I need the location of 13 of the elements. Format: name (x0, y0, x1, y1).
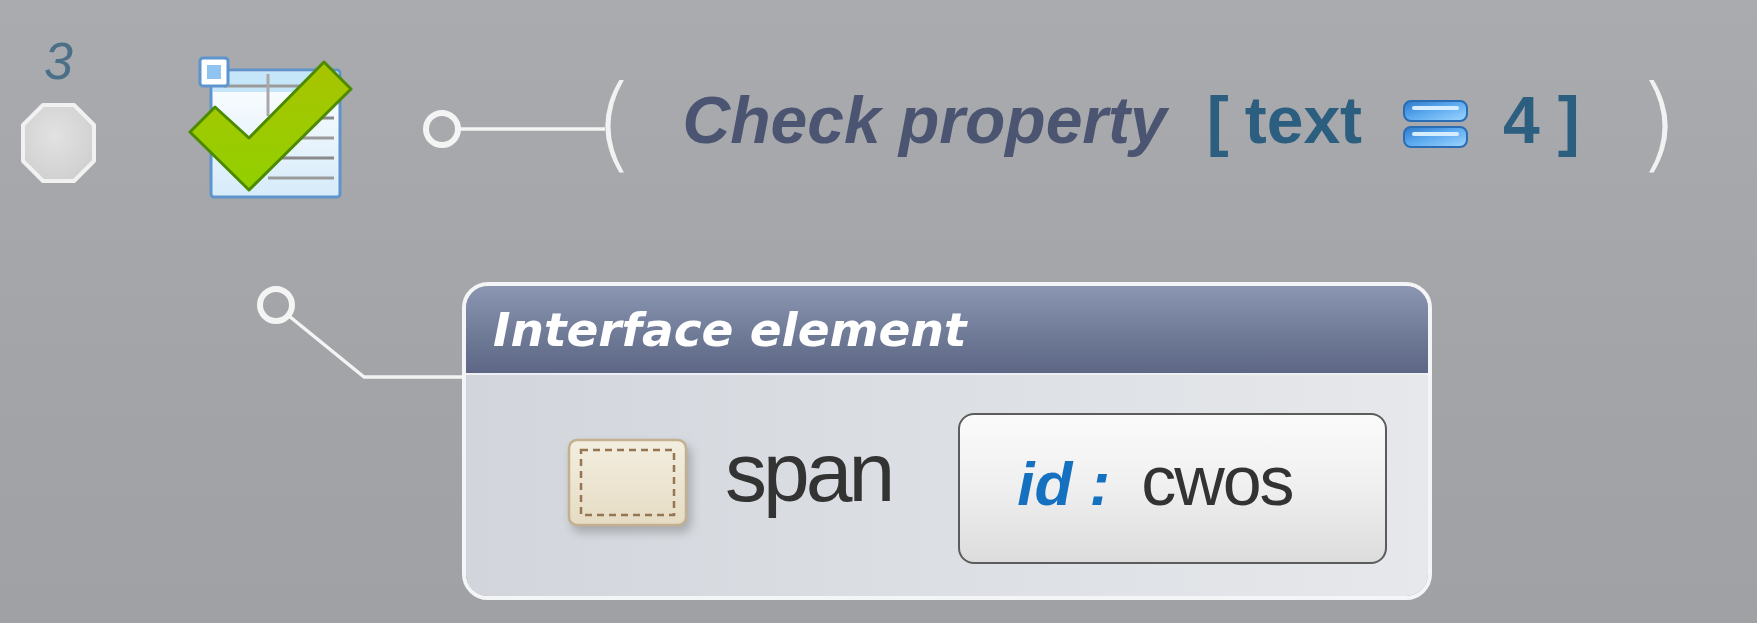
checklist-icon (188, 56, 354, 200)
attribute-value: cwos (1141, 446, 1293, 516)
open-paren: ( (594, 61, 635, 185)
octagon-icon (21, 103, 96, 183)
equals-icon (1402, 99, 1470, 149)
close-paren: ) (1637, 61, 1679, 185)
property-name: text (1244, 87, 1363, 153)
attribute-label: id : (1017, 453, 1111, 515)
dashed-frame-icon (567, 438, 688, 527)
step-number: 3 (44, 35, 73, 87)
property-value: 4 (1503, 87, 1540, 153)
card-title: Interface element (493, 302, 967, 357)
attribute-field[interactable]: id : cwos (958, 413, 1388, 564)
